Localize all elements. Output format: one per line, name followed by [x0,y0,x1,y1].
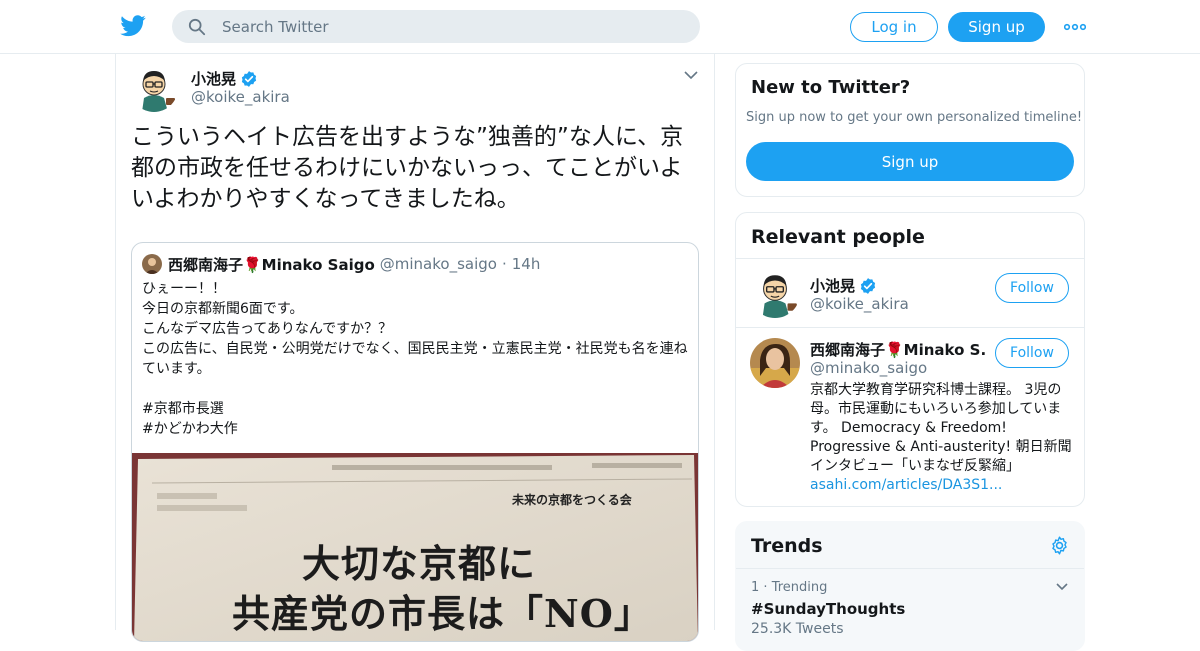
person-handle[interactable]: @koike_akira [810,295,909,313]
trend-name[interactable]: #SundayThoughts [751,600,905,618]
search-input[interactable] [222,10,682,43]
person-name[interactable]: 小池晃 [810,275,877,296]
follow-button[interactable]: Follow [995,338,1069,368]
search-icon [188,18,206,36]
follow-button[interactable]: Follow [995,273,1069,303]
person-name[interactable]: 西郷南海子🌹Minako S... [810,339,986,360]
avatar[interactable] [750,338,800,388]
divider [736,327,1084,328]
new-to-twitter-card: New to Twitter? Sign up now to get your … [735,63,1085,197]
image-headline-1: 大切な京都に [302,541,537,586]
author-name[interactable]: 小池晃 [191,68,236,89]
relevant-people-card: Relevant people 小池晃 @koike_akira Follow [735,212,1085,507]
card-title: Trends [751,535,823,557]
quoted-time: 14h [511,255,541,273]
trend-meta: 1 · Trending [751,580,827,595]
tweet-text: こういうヘイト広告を出すような”独善的”な人に、京都の市政を任せるわけにいかない… [131,124,684,212]
trends-card: Trends 1 · Trending #SundayThoughts 25.3… [735,521,1085,651]
quoted-author-name: 西郷南海子🌹Minako Saigo [168,255,375,274]
more-icon[interactable] [1064,23,1086,31]
chevron-down-icon[interactable] [1056,583,1068,591]
person-bio: 京都大学教育学研究科博士課程。 3児の母。市民運動にもいろいろ参加しています。 … [810,381,1072,495]
person-handle[interactable]: @minako_saigo [810,359,927,377]
quoted-author-handle: @minako_saigo [379,255,497,273]
tweet-column: 小池晃 @koike_akira こういうヘイト広告を出すような”独善的”な人に… [115,54,715,642]
image-masthead: 未来の京都をつくる会 [512,493,632,507]
divider [736,568,1084,569]
trend-count: 25.3K Tweets [751,621,844,637]
chevron-down-icon[interactable] [684,70,698,80]
quoted-tweet-image[interactable]: 未来の京都をつくる会 大切な京都に 共産党の市長は「NO」 [132,453,698,641]
tweet-author[interactable]: 小池晃 [191,68,258,89]
person-name-text[interactable]: 小池晃 [810,275,855,296]
avatar[interactable] [750,268,800,318]
divider [736,258,1084,259]
twitter-logo-icon[interactable] [120,14,146,38]
search-box [172,10,700,43]
card-title: Relevant people [751,226,925,248]
login-button[interactable]: Log in [850,12,938,42]
author-handle[interactable]: @koike_akira [191,88,290,106]
person-bio-text: 京都大学教育学研究科博士課程。 3児の母。市民運動にもいろいろ参加しています。 … [810,382,1072,474]
signup-button[interactable]: Sign up [948,12,1045,42]
person-photo-icon [142,254,162,274]
quoted-tweet-header: 西郷南海子🌹Minako Saigo @minako_saigo · 14h [142,253,540,275]
sidebar-signup-button[interactable]: Sign up [746,142,1074,181]
trend-rank: 1 [751,580,760,595]
card-subtitle: Sign up now to get your own personalized… [746,110,1083,125]
cartoon-avatar-icon [750,268,800,318]
quoted-avatar [142,254,162,274]
gear-icon[interactable] [1049,535,1070,556]
trend-category: Trending [771,580,828,595]
verified-badge-icon [241,70,257,87]
bio-link[interactable]: asahi.com/articles/DA3S1... [810,477,1002,493]
trend-separator: · [763,580,768,595]
quoted-tweet[interactable]: 西郷南海子🌹Minako Saigo @minako_saigo · 14h ひ… [131,242,699,642]
quoted-tweet-text: ひぇーー！！ 今日の京都新聞6面です。 こんなデマ広告ってありなんですか？？ こ… [142,281,688,437]
top-bar: Log in Sign up [0,0,1200,54]
card-title: New to Twitter? [751,77,911,98]
meta-separator: · [501,255,507,273]
person-photo-icon [750,338,800,388]
avatar[interactable] [130,64,178,112]
verified-badge-icon [860,277,876,294]
cartoon-avatar-icon [130,64,178,112]
